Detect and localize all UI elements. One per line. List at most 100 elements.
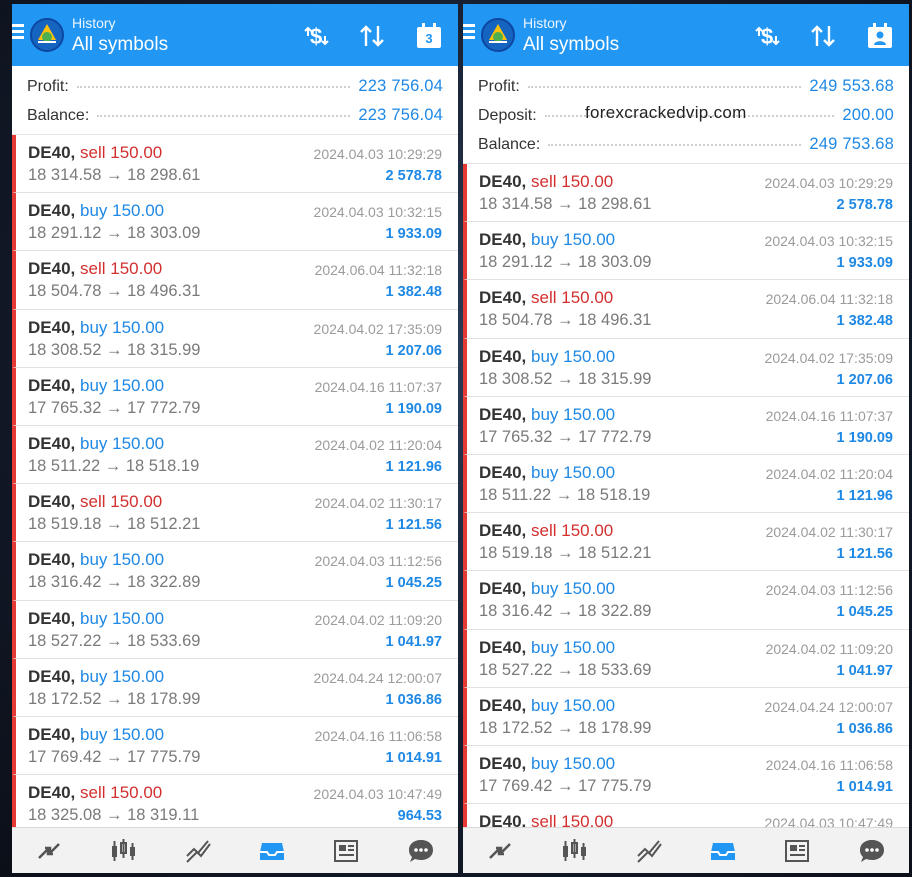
dotted-leader (76, 85, 351, 88)
deal-row[interactable]: DE40, buy 150.00 18 172.52 → 18 178.99 202… (463, 687, 909, 746)
deal-volume: 150.00 (110, 492, 163, 512)
open-price: 18 519.18 (28, 515, 102, 534)
open-price: 18 314.58 (28, 166, 102, 184)
open-price: 18 308.52 (28, 340, 102, 359)
open-price: 18 316.42 (28, 573, 102, 592)
summary-value: 249 753.68 (809, 135, 894, 153)
chat-icon[interactable] (852, 834, 892, 868)
deal-row[interactable]: DE40, sell 150.00 18 325.08 → 18 319.11 20… (12, 775, 458, 834)
deal-symbol-line: DE40, buy 150.00 (479, 347, 615, 367)
chart-icon[interactable] (103, 834, 143, 868)
deal-profit: 1 207.06 (836, 371, 893, 388)
summary-label: Balance: (27, 106, 90, 124)
deal-row[interactable]: DE40, buy 150.00 17 769.42 → 17 775.79 202… (463, 745, 909, 805)
calendar-icon[interactable]: 3 (415, 22, 443, 50)
symbols-title[interactable]: All symbols (523, 34, 619, 56)
deal-profit: 1 190.09 (385, 400, 442, 417)
deal-row[interactable]: DE40, buy 150.00 18 308.52 → 18 315.99 202… (12, 309, 458, 368)
arrow-right-icon: → (100, 456, 126, 475)
chart-icon[interactable] (554, 834, 594, 868)
close-price: 17 772.79 (127, 398, 201, 417)
deal-row[interactable]: DE40, buy 150.00 17 765.32 → 17 772.79 202… (12, 367, 458, 426)
deal-side: buy (530, 230, 559, 250)
deal-profit: 1 382.48 (836, 313, 893, 330)
deal-profit: 1 045.25 (385, 575, 442, 592)
menu-icon[interactable] (12, 24, 26, 42)
deal-row[interactable]: DE40, buy 150.00 17 769.42 → 17 775.79 202… (12, 716, 458, 776)
deal-time: 2024.04.03 11:12:56 (314, 553, 442, 570)
news-icon[interactable] (326, 834, 366, 868)
summary-label: Profit: (478, 77, 520, 95)
open-price: 18 172.52 (479, 718, 553, 737)
dollar-exchange-icon[interactable]: $ (753, 22, 781, 50)
deal-profit: 1 041.97 (836, 662, 893, 679)
arrow-right-icon: → (552, 718, 579, 737)
arrow-right-icon: → (101, 631, 128, 650)
deal-side: buy (530, 404, 559, 424)
open-price: 18 527.22 (479, 660, 553, 679)
deal-time: 2024.04.02 11:09:20 (314, 611, 442, 628)
deal-symbol-line: DE40, sell 150.00 (28, 143, 162, 163)
symbols-title[interactable]: All symbols (72, 34, 168, 56)
deal-row[interactable]: DE40, buy 150.00 18 511.22 → 18 518.19 202… (12, 425, 458, 485)
dollar-exchange-icon[interactable]: $ (302, 22, 330, 50)
deal-row[interactable]: DE40, sell 150.00 18 519.18 → 18 512.21 20… (463, 513, 909, 572)
summary-value: 223 756.04 (358, 106, 443, 124)
open-price: 18 519.18 (479, 544, 553, 563)
deal-volume: 150.00 (563, 230, 616, 250)
deal-row[interactable]: DE40, buy 150.00 18 511.22 → 18 518.19 202… (463, 454, 909, 514)
deal-row[interactable]: DE40, sell 150.00 18 504.78 → 18 496.31 20… (12, 251, 458, 310)
deal-row[interactable]: DE40, buy 150.00 18 291.12 → 18 303.09 202… (12, 193, 458, 252)
history-icon[interactable] (703, 834, 743, 868)
deal-time: 2024.04.16 11:06:58 (765, 756, 893, 773)
deal-symbol: DE40, (479, 404, 527, 424)
deal-volume: 150.00 (563, 404, 616, 424)
deal-prices: 18 527.22 → 18 533.69 (28, 632, 200, 651)
deals-list[interactable]: DE40, sell 150.00 18 314.58 → 18 298.61 20… (12, 134, 458, 834)
deal-row[interactable]: DE40, buy 150.00 18 527.22 → 18 533.69 202… (463, 629, 909, 688)
calendar-user-icon[interactable] (866, 22, 894, 50)
deal-row[interactable]: DE40, sell 150.00 18 314.58 → 18 298.61 20… (12, 135, 458, 194)
deal-row[interactable]: DE40, buy 150.00 18 316.42 → 18 322.89 202… (12, 542, 458, 601)
close-price: 18 178.99 (127, 689, 201, 708)
deal-prices: 18 291.12 → 18 303.09 (479, 253, 651, 272)
sort-icon[interactable] (809, 22, 837, 50)
deals-list[interactable]: DE40, sell 150.00 18 314.58 → 18 298.61 20… (463, 163, 909, 863)
sort-icon[interactable] (358, 22, 386, 50)
trade-icon[interactable] (629, 834, 669, 868)
deal-time: 2024.04.03 10:32:15 (764, 233, 893, 250)
deal-prices: 18 314.58 → 18 298.61 (479, 195, 651, 214)
deal-row[interactable]: DE40, buy 150.00 18 316.42 → 18 322.89 202… (463, 571, 909, 630)
deal-row[interactable]: DE40, buy 150.00 17 765.32 → 17 772.79 202… (463, 396, 909, 455)
deal-row[interactable]: DE40, buy 150.00 18 172.52 → 18 178.99 202… (12, 658, 458, 717)
open-price: 17 769.42 (28, 747, 102, 766)
chat-icon[interactable] (401, 834, 441, 868)
arrow-right-icon: → (101, 806, 128, 825)
quotes-icon[interactable] (480, 834, 520, 868)
deal-row[interactable]: DE40, sell 150.00 18 504.78 → 18 496.31 20… (463, 280, 909, 339)
news-icon[interactable] (777, 834, 817, 868)
summary-row: Balance: 223 756.04 (27, 101, 443, 130)
menu-icon[interactable] (463, 24, 477, 42)
open-price: 18 314.58 (479, 195, 553, 213)
open-price: 17 769.42 (479, 776, 553, 795)
deal-symbol: DE40, (28, 666, 76, 686)
arrow-right-icon: → (101, 573, 128, 592)
arrow-right-icon: → (101, 398, 128, 417)
deal-row[interactable]: DE40, buy 150.00 18 527.22 → 18 533.69 202… (12, 600, 458, 659)
quotes-icon[interactable] (29, 834, 69, 868)
trade-icon[interactable] (178, 834, 218, 868)
deal-side: buy (530, 462, 559, 482)
arrow-right-icon: → (101, 340, 128, 359)
deal-time: 2024.04.02 17:35:09 (313, 320, 442, 337)
close-price: 18 315.99 (127, 340, 201, 359)
history-icon[interactable] (252, 834, 292, 868)
deal-row[interactable]: DE40, buy 150.00 18 308.52 → 18 315.99 202… (463, 338, 909, 397)
deal-side: sell (530, 288, 557, 308)
dotted-leader (97, 114, 351, 117)
deal-row[interactable]: DE40, sell 150.00 18 519.18 → 18 512.21 20… (12, 484, 458, 543)
deal-symbol-line: DE40, sell 150.00 (479, 288, 613, 308)
deal-profit: 1 121.96 (385, 458, 442, 475)
deal-row[interactable]: DE40, sell 150.00 18 314.58 → 18 298.61 20… (463, 164, 909, 223)
deal-row[interactable]: DE40, buy 150.00 18 291.12 → 18 303.09 202… (463, 222, 909, 281)
